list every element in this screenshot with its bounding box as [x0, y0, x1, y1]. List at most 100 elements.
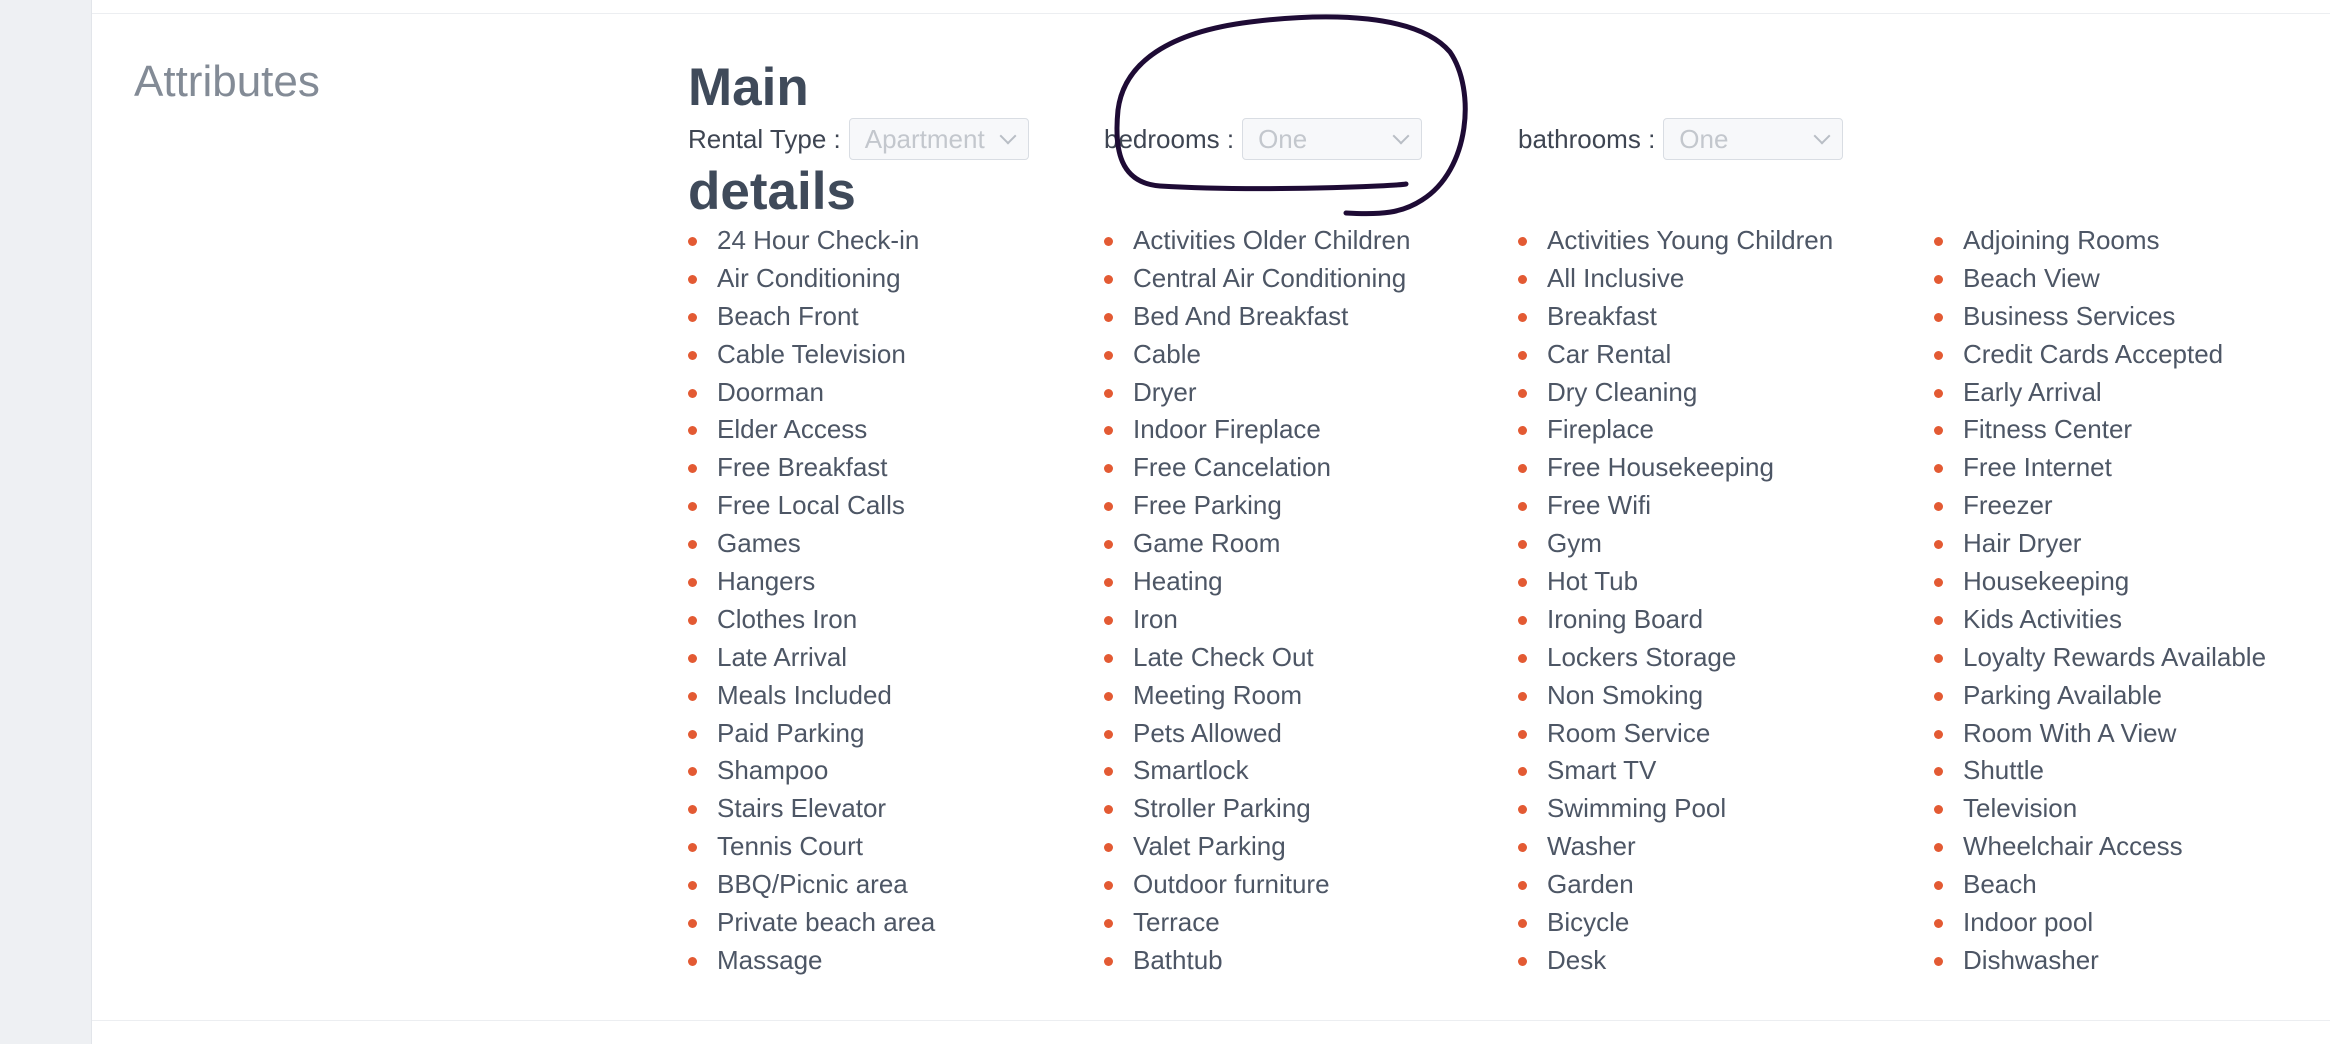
attribute-item: Smart TV: [1518, 752, 1833, 790]
attribute-label: Free Internet: [1963, 452, 2112, 483]
attribute-item: Free Internet: [1934, 449, 2266, 487]
attribute-item: Meeting Room: [1104, 677, 1410, 715]
attribute-label: Bathtub: [1133, 944, 1223, 975]
attribute-label: Activities Older Children: [1133, 225, 1411, 255]
attribute-label: Dry Cleaning: [1547, 376, 1698, 407]
bullet-icon: [688, 426, 697, 436]
left-gutter: [0, 0, 92, 1044]
heading-main: Main: [688, 58, 809, 117]
rental-type-value: Apartment: [864, 123, 985, 154]
attribute-item: Games: [688, 525, 935, 563]
attribute-label: Beach Front: [717, 300, 859, 331]
attribute-item: Central Air Conditioning: [1104, 260, 1410, 298]
attribute-item: Non Smoking: [1518, 677, 1833, 715]
annotation-stroke: [1114, 14, 1468, 217]
attribute-item: Beach: [1934, 866, 2266, 904]
attribute-label: Hair Dryer: [1963, 528, 2082, 559]
attribute-item: Desk: [1518, 942, 1833, 980]
attribute-label: Bicycle: [1547, 907, 1630, 938]
bullet-icon: [1104, 274, 1113, 284]
attribute-label: Outdoor furniture: [1133, 869, 1330, 900]
bullet-icon: [1934, 691, 1943, 701]
bullet-icon: [1104, 843, 1113, 853]
attribute-label: Activities Young Children: [1547, 225, 1834, 255]
bullet-icon: [688, 919, 697, 929]
attribute-item: Terrace: [1104, 904, 1410, 942]
bullet-icon: [1104, 919, 1113, 929]
attribute-item: Dishwasher: [1934, 942, 2266, 980]
attribute-label: Heating: [1133, 566, 1223, 597]
bullet-icon: [1518, 350, 1527, 360]
rental-type-field: Rental Type : Apartment: [688, 117, 1029, 161]
bullet-icon: [1518, 691, 1527, 701]
attribute-label: Television: [1963, 793, 2078, 824]
attribute-label: Fireplace: [1547, 414, 1654, 445]
attribute-item: Beach Front: [688, 298, 935, 336]
attribute-column-4: Adjoining Rooms Beach View Business Servic…: [1934, 222, 2266, 980]
attribute-item: Parking Available: [1934, 677, 2266, 715]
attribute-item: Kids Activities: [1934, 601, 2266, 639]
attribute-label: 24 Hour Check-in: [717, 225, 920, 255]
attribute-item: Activities Older Children: [1104, 222, 1410, 260]
attribute-label: Room With A View: [1963, 717, 2177, 748]
bullet-icon: [1518, 578, 1527, 588]
bullet-icon: [1934, 274, 1943, 284]
bullet-icon: [688, 312, 697, 322]
attribute-label: BBQ/Picnic area: [717, 869, 908, 900]
attribute-item: Hair Dryer: [1934, 525, 2266, 563]
attribute-label: Car Rental: [1547, 338, 1672, 369]
attribute-item: Air Conditioning: [688, 260, 935, 298]
bathrooms-select[interactable]: One: [1663, 118, 1844, 160]
attribute-item: Free Housekeeping: [1518, 449, 1833, 487]
attribute-item: Room With A View: [1934, 715, 2266, 753]
bullet-icon: [688, 843, 697, 853]
bullet-icon: [1518, 919, 1527, 929]
attribute-item: Hot Tub: [1518, 563, 1833, 601]
attribute-item: Late Check Out: [1104, 639, 1410, 677]
attribute-item: Meals Included: [688, 677, 935, 715]
attribute-label: Meals Included: [717, 679, 892, 710]
attribute-label: Free Cancelation: [1133, 452, 1331, 483]
attribute-column-3: Activities Young Children All Inclusive Br…: [1518, 222, 1833, 980]
attribute-label: Shuttle: [1963, 755, 2044, 786]
attribute-item: Activities Young Children: [1518, 222, 1833, 260]
attribute-label: Free Wifi: [1547, 490, 1651, 521]
attribute-column-1: 24 Hour Check-in Air Conditioning Beach Fr…: [688, 222, 935, 980]
bullet-icon: [1934, 426, 1943, 436]
attribute-label: Breakfast: [1547, 300, 1657, 331]
attribute-label: Hangers: [717, 566, 816, 597]
attribute-label: Stairs Elevator: [717, 793, 887, 824]
attribute-item: Business Services: [1934, 298, 2266, 336]
attribute-label: Credit Cards Accepted: [1963, 338, 2224, 369]
attribute-label: Private beach area: [717, 907, 936, 938]
attribute-item: Dry Cleaning: [1518, 374, 1833, 412]
bullet-icon: [688, 237, 697, 246]
bedrooms-select[interactable]: One: [1242, 118, 1423, 160]
attribute-label: Gym: [1547, 528, 1602, 559]
attribute-item: Cable: [1104, 336, 1410, 374]
bullet-icon: [1104, 388, 1113, 398]
attribute-item: Housekeeping: [1934, 563, 2266, 601]
bullet-icon: [1104, 729, 1113, 739]
attribute-item: Fitness Center: [1934, 411, 2266, 449]
bullet-icon: [688, 502, 697, 512]
top-divider: [92, 13, 2330, 14]
attribute-label: Free Parking: [1133, 490, 1282, 521]
bedrooms-label: bedrooms :: [1104, 123, 1235, 154]
bullet-icon: [1104, 464, 1113, 474]
bullet-icon: [1518, 540, 1527, 550]
bullet-icon: [1518, 426, 1527, 436]
rental-type-select[interactable]: Apartment: [848, 118, 1029, 160]
bullet-icon: [1518, 956, 1527, 966]
attribute-item: Stroller Parking: [1104, 790, 1410, 828]
attribute-item: Late Arrival: [688, 639, 935, 677]
bullet-icon: [1934, 956, 1943, 966]
bullet-icon: [1934, 350, 1943, 360]
attribute-label: Free Breakfast: [717, 452, 888, 483]
bullet-icon: [688, 956, 697, 966]
attribute-label: Clothes Iron: [717, 603, 858, 634]
attribute-label: Kids Activities: [1963, 603, 2122, 634]
bullet-icon: [1518, 237, 1527, 246]
attribute-item: Credit Cards Accepted: [1934, 336, 2266, 374]
attribute-item: Adjoining Rooms: [1934, 222, 2266, 260]
